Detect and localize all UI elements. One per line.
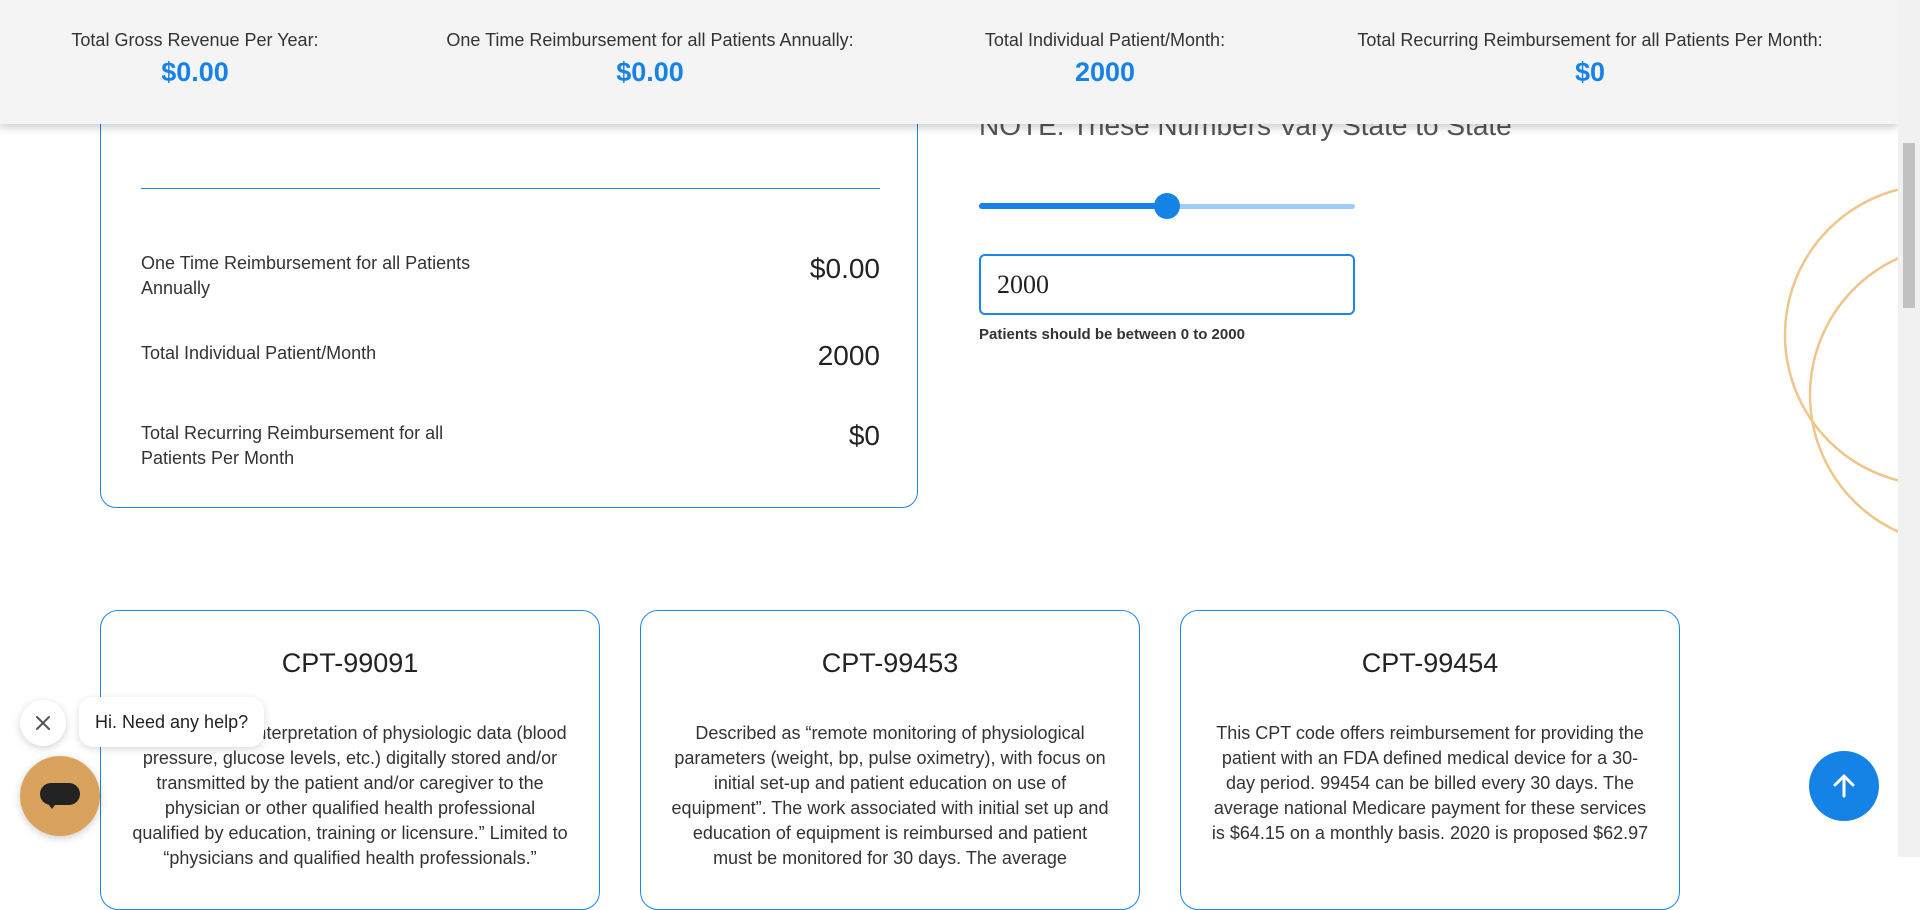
- result-row-patients: Total Individual Patient/Month 2000: [141, 340, 880, 381]
- cpt-card-title: CPT-99454: [1361, 648, 1499, 678]
- result-value: $0: [848, 420, 880, 451]
- close-icon: [36, 716, 50, 730]
- stat-label: One Time Reimbursement for all Patients …: [446, 30, 854, 50]
- cpt-card-99454: CPT-99454 This CPT code offers reimburse…: [1180, 610, 1680, 910]
- scrollbar-thumb[interactable]: [1903, 143, 1915, 308]
- stat-recurring-reimbursement: Total Recurring Reimbursement for all Pa…: [1350, 30, 1830, 88]
- stat-label: Total Gross Revenue Per Year:: [71, 30, 319, 50]
- cpt-card-title: CPT-99091: [281, 648, 419, 678]
- slider-fill: [979, 203, 1167, 209]
- result-value: $0.00: [809, 253, 880, 284]
- stat-value: $0: [1574, 57, 1606, 87]
- result-row-one-time: One Time Reimbursement for all Patients …: [141, 251, 880, 306]
- result-label: Total Recurring Reimbursement for all Pa…: [141, 423, 444, 468]
- calculator-results-card: One Time Reimbursement for all Patients …: [100, 80, 918, 508]
- cpt-card-description: This CPT code offers reimbursement for p…: [1211, 723, 1649, 843]
- stat-label: Total Individual Patient/Month:: [984, 30, 1226, 50]
- chat-greeting-bubble[interactable]: Hi. Need any help?: [79, 697, 265, 747]
- stat-value: 2000: [1074, 57, 1136, 87]
- patients-slider[interactable]: [979, 193, 1355, 219]
- cpt-card-title: CPT-99453: [821, 648, 959, 678]
- slider-thumb[interactable]: [1154, 193, 1180, 219]
- stat-one-time-reimbursement: One Time Reimbursement for all Patients …: [440, 30, 860, 88]
- stat-value: $0.00: [616, 57, 684, 87]
- patients-range-hint: Patients should be between 0 to 2000: [979, 326, 1245, 343]
- result-row-recurring: Total Recurring Reimbursement for all Pa…: [141, 420, 880, 476]
- summary-bar: Total Gross Revenue Per Year: $0.00 One …: [0, 0, 1898, 124]
- divider: [141, 188, 880, 189]
- back-to-top-button[interactable]: [1809, 751, 1879, 821]
- chat-close-button[interactable]: [20, 700, 66, 746]
- cpt-card-description: Described as “remote monitoring of physi…: [671, 723, 1109, 868]
- result-value: 2000: [817, 340, 880, 371]
- result-label: Total Individual Patient/Month: [141, 343, 377, 363]
- cpt-card-99091: CPT-99091 Collection and interpretation …: [100, 610, 600, 910]
- stat-label: Total Recurring Reimbursement for all Pa…: [1357, 30, 1823, 50]
- stat-patients-per-month: Total Individual Patient/Month: 2000: [980, 30, 1230, 88]
- decorative-arcs: [1783, 187, 1900, 534]
- chat-greeting-text: Hi. Need any help?: [95, 711, 249, 732]
- result-label: One Time Reimbursement for all Patients …: [141, 253, 471, 298]
- stat-value: $0.00: [161, 57, 229, 87]
- chat-launcher-button[interactable]: [20, 756, 100, 836]
- page-scrollbar[interactable]: [1898, 0, 1920, 857]
- chat-bubble-icon-tail: [46, 801, 58, 809]
- patients-input[interactable]: [979, 254, 1355, 315]
- arrow-up-icon: [1833, 774, 1855, 798]
- cpt-card-99453: CPT-99453 Described as “remote monitorin…: [640, 610, 1140, 910]
- stat-gross-revenue: Total Gross Revenue Per Year: $0.00: [70, 30, 320, 88]
